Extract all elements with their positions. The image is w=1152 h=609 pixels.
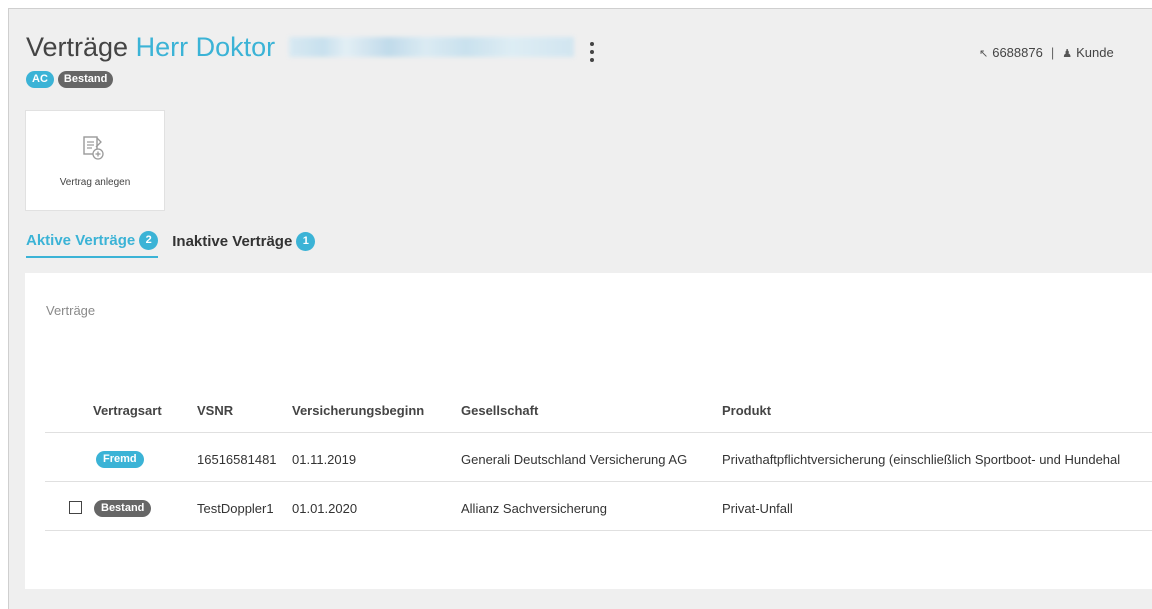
status-badge-ac: AC [26,71,54,88]
user-icon: ♟ [1062,48,1073,60]
tab-count-badge: 1 [296,232,316,251]
card-title: Verträge [46,303,96,318]
customer-id: 6688876 [992,45,1043,60]
document-add-icon [83,136,104,160]
table-cell-product: Privat-Unfall [722,501,793,516]
title-prefix: Verträge [26,32,129,62]
tab-label: Aktive Verträge [26,232,136,249]
tab-count-badge: 2 [139,231,159,250]
header-separator: | [1050,45,1055,60]
table-cell-product: Privathaftpflichtversicherung (einschlie… [722,452,1121,467]
tab-inactive-contracts[interactable]: Inaktive Verträge 1 [172,231,316,258]
status-badge-bestand: Bestand [57,71,114,88]
column-header-gesellschaft[interactable]: Gesellschaft [461,403,538,418]
row-divider [45,530,1152,531]
customer-role: Kunde [1076,45,1114,60]
header-divider [45,432,1152,433]
create-contract-label: Vertrag anlegen [59,177,131,188]
customer-salutation: Herr Doktor [135,32,276,62]
contracts-card: Verträge Vertragsart VSNR Versicherungsb… [25,273,1152,589]
table-cell-company: Generali Deutschland Versicherung AG [461,452,688,467]
tab-active-contracts[interactable]: Aktive Verträge 2 [26,231,159,258]
column-header-vertragsart[interactable]: Vertragsart [93,403,162,418]
column-header-versicherungsbeginn[interactable]: Versicherungsbeginn [292,403,424,418]
row-checkbox[interactable] [69,501,82,514]
page-title: Verträge Herr Doktor [26,32,574,63]
table-cell-vsnr[interactable]: 16516581481 [197,452,277,467]
column-header-vsnr[interactable]: VSNR [197,403,233,418]
tab-label: Inaktive Verträge [172,233,293,250]
redacted-customer-name [288,36,574,57]
contract-tabs: Aktive Verträge 2 Inaktive Verträge 1 [26,231,316,258]
status-badges: AC Bestand [26,71,114,88]
table-cell-start: 01.11.2019 [292,452,357,467]
table-cell-vsnr[interactable]: TestDoppler1 [197,501,274,516]
more-options-icon[interactable] [585,39,599,65]
column-header-produkt[interactable]: Produkt [722,403,771,418]
contract-type-badge: Fremd [96,451,144,468]
header-meta: ↖ 6688876 | ♟ Kunde [979,45,1114,60]
page-frame: Verträge Herr Doktor ↖ 6688876 | ♟ Kunde AC … [8,8,1152,609]
table-cell-start: 01.01.2020 [292,501,358,516]
table-cell-company: Allianz Sachversicherung [461,501,607,516]
create-contract-button[interactable]: Vertrag anlegen [25,110,165,211]
key-icon: ↖ [979,48,989,60]
row-divider [45,481,1152,482]
contract-type-badge: Bestand [94,500,152,517]
